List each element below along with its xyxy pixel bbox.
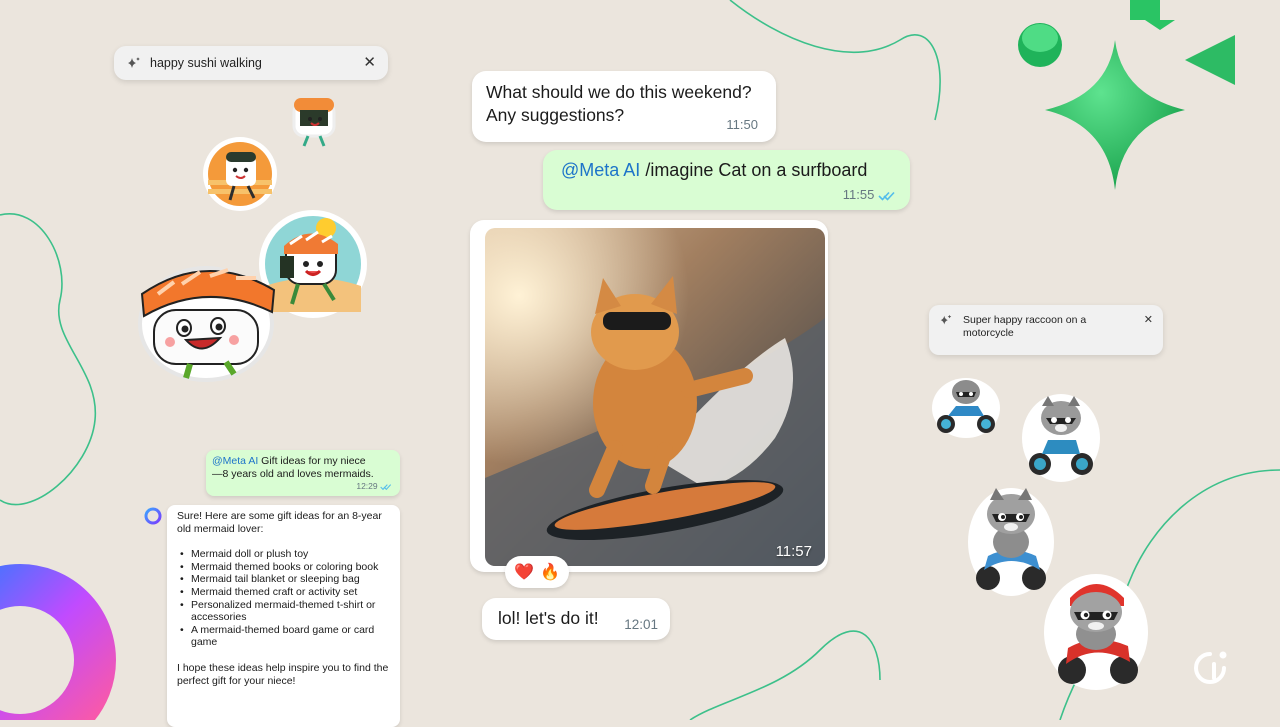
double-check-icon — [380, 484, 392, 490]
list-item: Mermaid themed craft or activity set — [177, 586, 390, 599]
list-item: Mermaid doll or plush toy — [177, 548, 390, 561]
message-text: @Meta AI /imagine Cat on a surfboard — [561, 158, 892, 182]
sticker-search-query: Super happy raccoon on a motorcycle — [963, 314, 1087, 339]
message-gift-answer[interactable]: Sure! Here are some gift ideas for an 8-… — [167, 505, 400, 727]
message-weekend[interactable]: What should we do this weekend? Any sugg… — [472, 71, 776, 142]
mention-meta-ai[interactable]: @Meta AI — [212, 455, 258, 467]
sushi-sticker-large[interactable] — [134, 254, 280, 384]
list-item: A mermaid-themed board game or card game — [177, 624, 390, 649]
gift-question-text: Gift ideas for my niece — [258, 455, 366, 467]
cat-surfboard-image[interactable] — [485, 228, 825, 566]
gift-question-line1: @Meta AI Gift ideas for my niece — [212, 455, 394, 468]
sticker-search-raccoon[interactable]: Super happy raccoon on a motorcycle ✕ — [929, 305, 1163, 355]
decor-ring — [0, 564, 116, 720]
reaction-fire[interactable]: 🔥 — [540, 562, 560, 582]
brand-logo-icon — [1194, 651, 1227, 684]
message-time: 12:01 — [624, 617, 658, 632]
raccoon-sticker-1[interactable] — [930, 372, 1002, 440]
meta-ai-ring-icon — [144, 507, 162, 525]
raccoon-sticker-4[interactable] — [1042, 572, 1150, 692]
list-item: Mermaid themed books or coloring book — [177, 561, 390, 574]
message-time: 11:50 — [726, 117, 758, 132]
message-time-value: 12:29 — [356, 481, 378, 491]
message-lol[interactable]: lol! let's do it! 12:01 — [482, 598, 670, 640]
green-star-3d-icon — [1018, 0, 1235, 190]
sushi-sticker-small[interactable] — [290, 92, 342, 148]
gift-answer-outro: I hope these ideas help inspire you to f… — [177, 661, 389, 687]
close-icon[interactable]: ✕ — [363, 55, 376, 71]
sticker-search-query: happy sushi walking — [150, 56, 262, 70]
image-message[interactable]: 11:57 — [470, 220, 828, 572]
message-command: /imagine Cat on a surfboard — [640, 160, 868, 180]
list-item: Personalized mermaid-themed t-shirt or a… — [177, 599, 390, 624]
raccoon-sticker-2[interactable] — [1020, 392, 1102, 484]
message-time: 12:29 — [356, 480, 392, 493]
double-check-icon — [878, 191, 895, 201]
sticker-search-sushi[interactable]: happy sushi walking ✕ — [114, 46, 388, 80]
gift-answer-intro: Sure! Here are some gift ideas for an 8-… — [177, 510, 382, 535]
mention-meta-ai[interactable]: @Meta AI — [561, 160, 640, 180]
message-time-value: 11:55 — [842, 187, 875, 202]
sparkle-icon — [128, 57, 140, 68]
list-item: Mermaid tail blanket or sleeping bag — [177, 573, 390, 586]
sushi-sticker-sunset[interactable] — [200, 136, 282, 214]
message-imagine[interactable]: @Meta AI /imagine Cat on a surfboard 11:… — [543, 150, 910, 210]
message-text: lol! let's do it! — [498, 608, 599, 628]
reaction-heart[interactable]: ❤️ — [514, 562, 534, 582]
sparkle-icon — [940, 314, 952, 325]
message-gift-question[interactable]: @Meta AI Gift ideas for my niece —8 year… — [206, 450, 400, 496]
message-text-line2: Any suggestions? — [486, 105, 625, 125]
image-time: 11:57 — [775, 543, 812, 560]
reaction-bar[interactable]: ❤️ 🔥 — [505, 556, 569, 588]
gift-ideas-list: Mermaid doll or plush toy Mermaid themed… — [177, 548, 390, 649]
message-time: 11:55 — [843, 187, 896, 202]
close-icon[interactable]: ✕ — [1144, 314, 1153, 327]
message-text-line1: What should we do this weekend? — [486, 82, 752, 102]
